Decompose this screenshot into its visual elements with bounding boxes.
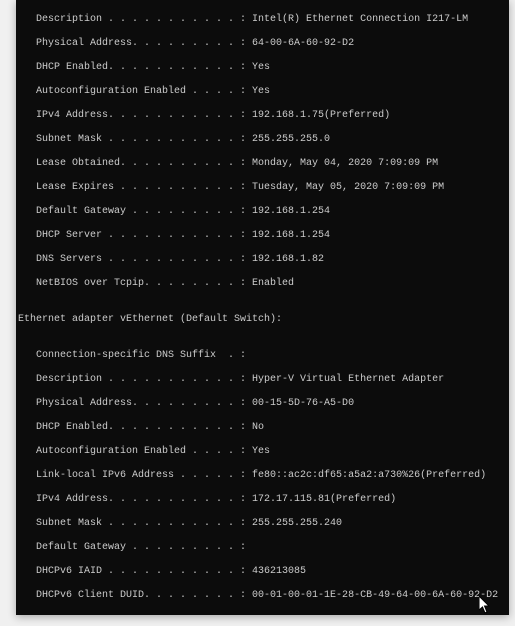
output-line: Connection-specific DNS Suffix . :	[18, 350, 509, 362]
output-line: Lease Expires . . . . . . . . . . : Tues…	[18, 182, 509, 194]
output-line: Physical Address. . . . . . . . . : 64-0…	[18, 38, 509, 50]
output-line: Subnet Mask . . . . . . . . . . . : 255.…	[18, 134, 509, 146]
output-line: Autoconfiguration Enabled . . . . : Yes	[18, 446, 509, 458]
adapter-header: Ethernet adapter vEthernet (Default Swit…	[18, 314, 509, 326]
output-line: Description . . . . . . . . . . . : Hype…	[18, 374, 509, 386]
output-line: DNS Servers . . . . . . . . . . . : 192.…	[18, 254, 509, 266]
output-line: DHCPv6 Client DUID. . . . . . . . : 00-0…	[18, 590, 509, 602]
output-line: Default Gateway . . . . . . . . . :	[18, 542, 509, 554]
cmd-window[interactable]: Description . . . . . . . . . . . : Inte…	[16, 0, 509, 615]
output-line: DHCP Enabled. . . . . . . . . . . : Yes	[18, 62, 509, 74]
output-line: NetBIOS over Tcpip. . . . . . . . : Enab…	[18, 278, 509, 290]
output-line: IPv4 Address. . . . . . . . . . . : 192.…	[18, 110, 509, 122]
output-line: Subnet Mask . . . . . . . . . . . : 255.…	[18, 518, 509, 530]
output-line: DHCPv6 IAID . . . . . . . . . . . : 4362…	[18, 566, 509, 578]
output-line: Autoconfiguration Enabled . . . . : Yes	[18, 86, 509, 98]
output-line: IPv4 Address. . . . . . . . . . . : 172.…	[18, 494, 509, 506]
output-line: Description . . . . . . . . . . . : Inte…	[18, 14, 509, 26]
output-line: Physical Address. . . . . . . . . : 00-1…	[18, 398, 509, 410]
output-line: DHCP Enabled. . . . . . . . . . . : No	[18, 422, 509, 434]
output-line: Link-local IPv6 Address . . . . . : fe80…	[18, 470, 509, 482]
output-line: DHCP Server . . . . . . . . . . . : 192.…	[18, 230, 509, 242]
output-line: Default Gateway . . . . . . . . . : 192.…	[18, 206, 509, 218]
output-line: Lease Obtained. . . . . . . . . . : Mond…	[18, 158, 509, 170]
